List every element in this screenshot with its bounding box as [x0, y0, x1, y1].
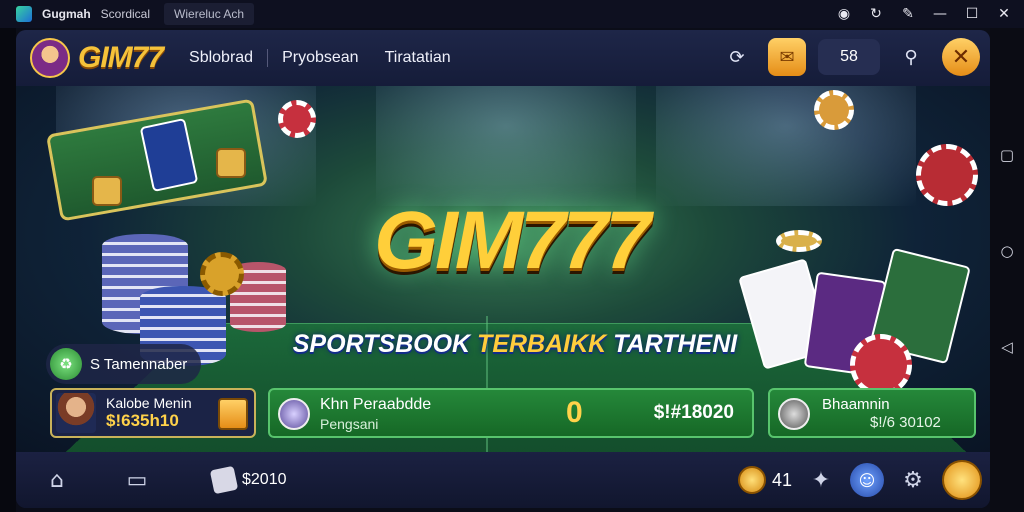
user-card[interactable]: Kalobe Menin $!635h10: [50, 388, 256, 438]
history-icon[interactable]: ↻: [866, 4, 886, 24]
window-controls: ◉ ↻ ✎ — ☐ ✕: [834, 4, 1014, 24]
match-score: 0: [566, 396, 583, 429]
chip-icon: [778, 398, 810, 430]
coin-icon: [737, 466, 766, 494]
back-icon[interactable]: ◁: [996, 336, 1018, 358]
chip-graphic: [278, 100, 316, 138]
user-amount: $!635h10: [106, 411, 179, 430]
dice-graphic: [92, 176, 122, 206]
record-icon[interactable]: ◉: [834, 4, 854, 24]
nav-actions: ⟳ ✉ 58 ⚲ ✕: [718, 38, 980, 76]
chip-icon: [278, 398, 310, 430]
dice-graphic: [216, 148, 246, 178]
puzzle-icon[interactable]: ✦: [802, 461, 840, 499]
balance-display[interactable]: 58: [818, 39, 880, 75]
match-subtitle: Pengsani: [320, 416, 379, 432]
hero-subtitle-highlight: TERBAIKK: [477, 330, 607, 358]
nav-link-1[interactable]: Sblobrad: [189, 49, 253, 67]
profile-avatar[interactable]: [30, 38, 70, 78]
refresh-icon[interactable]: ⟳: [718, 38, 756, 76]
app-window: Gugmah Scordical Wiereluc Ach ◉ ↻ ✎ — ☐ …: [0, 0, 1024, 512]
side-card-value: $!/6 30102: [870, 414, 941, 431]
home-icon[interactable]: ⌂: [38, 461, 76, 499]
promo-badge[interactable]: ♻ S Tamennaber: [46, 344, 202, 384]
tabs-icon[interactable]: ▭: [118, 461, 156, 499]
nav-divider: [267, 49, 269, 67]
hero-title: GIM777: [374, 195, 651, 286]
hero-subtitle: SPORTSBOOK TERBAIKK TARTHENI: [280, 330, 750, 359]
user-info: Kalobe Menin $!635h10: [106, 395, 192, 431]
side-card[interactable]: Bhaamnin $!/6 30102: [768, 388, 976, 438]
title-bar: Gugmah Scordical Wiereluc Ach ◉ ↻ ✎ — ☐ …: [0, 0, 1024, 28]
left-rail: [0, 28, 16, 512]
gift-icon[interactable]: ✉: [768, 38, 806, 76]
match-card[interactable]: Khn Peraabdde Pengsani 0 $!#18020: [268, 388, 754, 438]
android-nav-rail: ▢ ○ ◁: [990, 28, 1024, 512]
window-title: Gugmah: [42, 7, 91, 21]
maximize-button[interactable]: ☐: [962, 4, 982, 24]
gold-menu-button[interactable]: [942, 460, 982, 500]
side-card-title: Bhaamnin: [822, 396, 890, 413]
trophy-icon: [218, 398, 248, 430]
close-button[interactable]: ✕: [942, 38, 980, 76]
match-title: Khn Peraabdde: [320, 396, 432, 413]
ticket-icon: [209, 465, 239, 495]
recents-icon[interactable]: ▢: [996, 144, 1018, 166]
pen-icon[interactable]: ✎: [898, 4, 918, 24]
stadium-light: [376, 86, 636, 206]
user-name: Kalobe Menin: [106, 395, 192, 411]
info-cards-row: Kalobe Menin $!635h10 Khn Peraabdde Peng…: [16, 386, 990, 440]
hero-subtitle-end: TARTHENI: [606, 330, 738, 358]
wallet-item[interactable]: $2010: [209, 465, 287, 495]
window-tab[interactable]: Wiereluc Ach: [164, 3, 255, 25]
close-window-button[interactable]: ✕: [994, 4, 1014, 24]
chip-graphic: [814, 90, 854, 130]
home-circle-icon[interactable]: ○: [996, 240, 1018, 262]
app-screen: GIM77 Sblobrad Pryobsean Tiratatian ⟳ ✉ …: [16, 30, 990, 508]
coin-graphic: [200, 252, 244, 296]
brand-logo[interactable]: GIM77: [78, 41, 164, 75]
match-value: $!#18020: [653, 402, 734, 423]
app-logo-icon: [16, 6, 32, 22]
bottom-bar: ⌂ ▭ $2010 41 ✦ ☺ ⚙: [16, 452, 990, 508]
coin-count: 41: [771, 469, 792, 490]
nav-link-3[interactable]: Tiratatian: [385, 49, 451, 67]
support-icon[interactable]: ☺: [850, 463, 884, 497]
settings-gear-icon[interactable]: ⚙: [894, 461, 932, 499]
promo-label: S Tamennaber: [90, 355, 188, 373]
bottom-actions: 41 ✦ ☺ ⚙: [737, 460, 982, 500]
window-subtitle: Scordical: [100, 7, 151, 21]
minimize-button[interactable]: —: [930, 4, 950, 24]
stadium-light: [656, 86, 916, 206]
search-icon[interactable]: ⚲: [892, 38, 930, 76]
hero-subtitle-start: SPORTSBOOK: [292, 330, 478, 358]
promo-icon: ♻: [50, 348, 82, 380]
top-nav: GIM77 Sblobrad Pryobsean Tiratatian ⟳ ✉ …: [16, 30, 990, 86]
wallet-value: $2010: [242, 471, 287, 488]
chip-graphic: [916, 144, 978, 206]
nav-link-2[interactable]: Pryobsean: [282, 49, 359, 67]
user-avatar: [56, 393, 96, 433]
